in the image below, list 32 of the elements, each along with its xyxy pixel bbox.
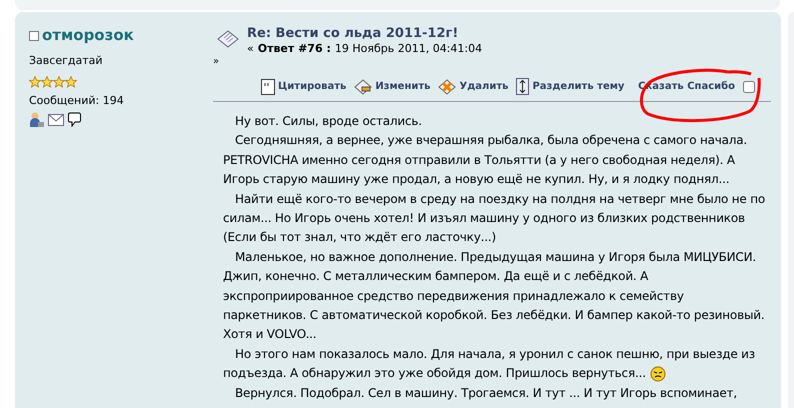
delete-icon (438, 78, 456, 94)
post-action-link[interactable]: Разделить тему (516, 78, 624, 95)
reply-number: Ответ #76 : (258, 42, 331, 56)
post-paragraph: Найти ещё кого-то вечером в среду на поездку на полдня на четверг мне было не по силам... Но Игорь очень хотел! И изъял машину у одного из близких родственников (Если бы тот знал, что ждёт его ласточку...) (223, 190, 766, 246)
post-date: 19 Ноябрь 2011, 04:41:04 (334, 42, 482, 56)
post-paragraph: Маленькое, но важное дополнение. Предыдущая машина у Игоря была МИЦУБИСИ. Джип, конечно. С металлическим бампером. Да ещё и с лебёдкой. А экспроприированное средство передвижения принадлежало к семейству паркетников. С автоматической коробкой. Без лебёдки. И бампер какой-то резиновый. Хотя и VOLVO... (223, 248, 766, 344)
quote-icon (261, 78, 275, 94)
post-paragraph: Вернулся. Подобрал. Сел в машину. Трогаемся. И тут ... И тут Игорь вспоминает, (234, 384, 738, 402)
profile-icon[interactable] (29, 112, 44, 127)
post-paragraph: Но этого нам показалось мало. Для начала, я уронил с санок пешню, при выезде из подъезда. А обнаружил это уже обойдя дом. Пришлось вернуться... (223, 346, 756, 384)
closing-quote-mark: » (213, 56, 220, 68)
thanks-checkbox[interactable] (743, 80, 755, 92)
post-action-link[interactable]: Удалить (438, 78, 508, 94)
member-rank: Завсегдатай (29, 53, 104, 69)
post-title[interactable]: Re: Вести со льда 2011-12г! (247, 26, 482, 42)
post-count: Сообщений: 194 (29, 92, 125, 108)
speech-bubble-icon[interactable] (68, 112, 81, 127)
post-paragraph: Сегодняшняя, а вернее, уже вчерашняя рыбалка, была обречена с самого начала. PETROVICHA именно сегодня отправили в Тольятти (а у него свободная неделя). А Игорь старую машину уже продал, а новую ещё не купил. Ну, и я лодку поднял... (223, 132, 748, 188)
star-icon (53, 76, 65, 88)
status-icon (29, 30, 39, 40)
quote-mark: « (247, 42, 254, 56)
document-icon (217, 28, 239, 50)
post-action-link[interactable]: Цитировать (261, 78, 346, 94)
star-icon (41, 76, 53, 88)
post-paragraph: Ну вот. Силы, вроде остались. (234, 113, 423, 130)
pencil-paper-icon (354, 78, 372, 94)
author-name[interactable]: отморозок (42, 28, 134, 43)
star-icon (29, 76, 41, 88)
post-action-link[interactable]: Изменить (354, 78, 430, 94)
envelope-icon[interactable] (48, 114, 64, 126)
star-icon (65, 76, 77, 88)
split-icon (516, 78, 530, 95)
